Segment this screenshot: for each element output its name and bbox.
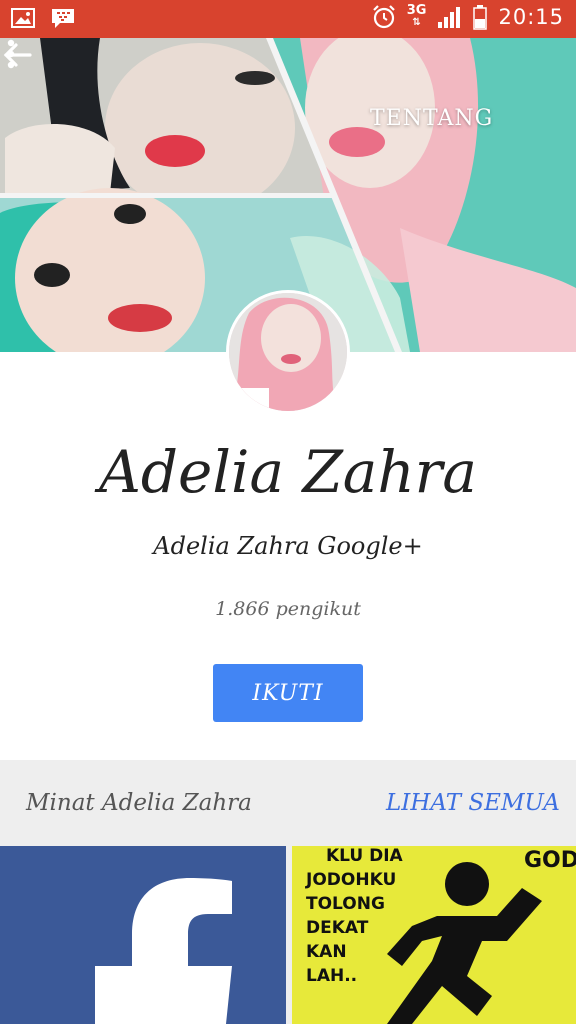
avatar-photo <box>229 293 347 411</box>
quote-tile[interactable]: KLU DIA JODOHKU TOLONG DEKAT KAN LAH.. G… <box>292 846 576 1024</box>
running-figure-icon <box>387 862 542 1024</box>
more-vert-icon[interactable] <box>0 38 22 70</box>
see-all-link[interactable]: LIHAT SEMUA <box>386 790 560 816</box>
avatar[interactable] <box>226 290 350 414</box>
about-tab[interactable]: TENTANG <box>370 106 493 131</box>
alarm-icon <box>372 5 395 29</box>
network-type: 3G ⇅ <box>406 3 427 28</box>
battery-icon <box>473 5 488 30</box>
status-bar: 3G ⇅ 20:15 <box>0 0 576 38</box>
follower-count: 1.866 pengikut <box>215 598 361 620</box>
profile-subtitle: Adelia Zahra Google+ <box>153 532 423 560</box>
facebook-icon <box>95 878 232 1024</box>
facebook-tile[interactable] <box>0 846 286 1024</box>
signal-icon <box>438 7 461 28</box>
clock: 20:15 <box>498 5 564 29</box>
profile-name: Adelia Zahra <box>99 438 477 506</box>
follow-button[interactable]: IKUTI <box>213 664 363 722</box>
bbm-icon <box>52 9 74 28</box>
interests-title: Minat Adelia Zahra <box>26 790 252 816</box>
gallery-icon <box>11 8 35 28</box>
